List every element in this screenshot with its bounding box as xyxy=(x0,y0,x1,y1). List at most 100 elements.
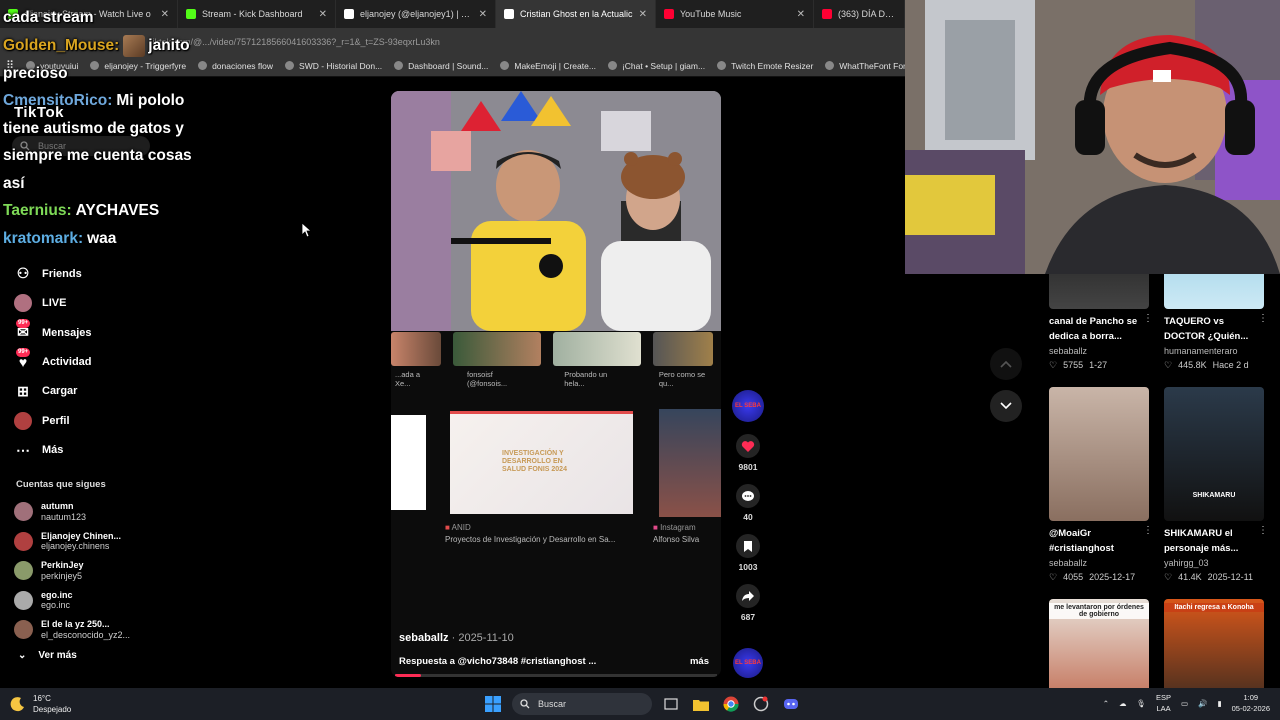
bookmark-item[interactable]: eljanojey - Triggerfyre xyxy=(90,61,186,71)
recommended-video-card[interactable]: @MoaiGr #cristianghost ⋮ sebaballz ♡ 4055 202… xyxy=(1049,387,1153,584)
chat-message: Taernius: AYCHAVES xyxy=(3,197,159,225)
sidebar-item-actividad[interactable]: ♥ 99+ Actividad xyxy=(14,347,194,376)
browser-tab[interactable]: Cristian Ghost en la Actualic ✕ xyxy=(496,0,656,28)
close-tab-icon[interactable]: ✕ xyxy=(797,9,805,20)
volume-icon[interactable]: 🔊 xyxy=(1198,699,1207,708)
sidebar-item-mensajes[interactable]: ✉ 99+ Mensajes xyxy=(14,318,194,347)
next-video-button[interactable] xyxy=(990,390,1022,422)
close-tab-icon[interactable]: ✕ xyxy=(479,9,487,20)
tab-favicon-icon xyxy=(822,9,832,19)
video-thumbnail[interactable] xyxy=(1049,274,1149,309)
video-more-button[interactable]: más xyxy=(690,656,709,667)
video-author[interactable]: yahirgg_03 xyxy=(1164,556,1264,570)
bookmark-item[interactable]: Dashboard | Sound... xyxy=(394,61,488,71)
sidebar-item-friends[interactable]: ⚇ Friends xyxy=(14,259,194,288)
author-avatar[interactable]: EL SEBA xyxy=(732,390,764,422)
browser-tab[interactable]: Stream - Kick Dashboard ✕ xyxy=(178,0,336,28)
following-account[interactable]: Eljanojey Chinen... eljanojey.chinens xyxy=(14,527,174,557)
battery-icon[interactable]: ▮ xyxy=(1217,699,1221,708)
thumbnail-overlay-text: SHIKAMARU xyxy=(1192,492,1236,499)
chat-message: CmensitoRico: Mi pololo xyxy=(3,87,184,115)
recommended-video-card[interactable]: TAQUERO vs DOCTOR ¿Quién... ⋮ humanamenter… xyxy=(1164,274,1268,372)
save-button[interactable]: 1003 xyxy=(730,534,766,572)
video-thumbnail[interactable] xyxy=(1049,387,1149,521)
notification-badge: 99+ xyxy=(16,348,31,358)
browser-tab[interactable]: eljanojey (@eljanojey1) | TikTok ✕ xyxy=(336,0,496,28)
previous-video-button[interactable] xyxy=(990,348,1022,380)
overlay-thumb xyxy=(453,332,541,366)
see-more-button[interactable]: ⌄ Ver más xyxy=(18,650,77,661)
browser-tab[interactable]: YouTube Music ✕ xyxy=(656,0,814,28)
overlay-doc-card: INVESTIGACIÓN Y DESARROLLO EN SALUD FONI… xyxy=(450,411,633,514)
following-account[interactable]: PerkinJey perkinjey5 xyxy=(14,556,174,586)
video-progress-bar[interactable] xyxy=(395,674,717,677)
task-view-icon[interactable] xyxy=(660,693,682,715)
bookmark-item[interactable]: donaciones flow xyxy=(198,61,273,71)
close-tab-icon[interactable]: ✕ xyxy=(319,9,327,20)
sidebar-item-m-s[interactable]: ⋯ Más xyxy=(14,436,194,465)
like-button[interactable]: 9801 xyxy=(730,434,766,472)
save-count: 1003 xyxy=(738,562,758,572)
bookmark-favicon-icon xyxy=(717,61,727,70)
sound-avatar[interactable]: EL SEBA xyxy=(733,648,763,678)
video-thumbnail[interactable]: me levantaron por órdenes de gobierno xyxy=(1049,599,1149,688)
video-thumbnail[interactable] xyxy=(1164,274,1264,309)
address-url[interactable]: tiktok.com/@.../video/757121856604160333… xyxy=(150,37,440,47)
microphone-icon[interactable]: 🎙 xyxy=(1137,699,1147,708)
sidebar-item-perfil[interactable]: Perfil xyxy=(14,406,194,435)
chrome-icon[interactable] xyxy=(720,693,742,715)
bookmark-item[interactable]: Twitch Emote Resizer xyxy=(717,61,813,71)
more-options-icon[interactable]: ⋮ xyxy=(1143,313,1153,324)
recommended-video-card[interactable]: canal de Pancho se dedica a borra... ⋮ seb… xyxy=(1049,274,1153,372)
file-explorer-icon[interactable] xyxy=(690,693,712,715)
recommended-grid: canal de Pancho se dedica a borra... ⋮ seb… xyxy=(1049,274,1280,688)
share-button[interactable]: 687 xyxy=(730,584,766,622)
windows-start-button[interactable] xyxy=(482,693,504,715)
browser-tab[interactable]: (363) DÍA DE PLAY xyxy=(814,0,905,28)
video-date: 2025-12-11 xyxy=(1207,572,1253,582)
more-options-icon[interactable]: ⋮ xyxy=(1258,313,1268,324)
close-tab-icon[interactable]: ✕ xyxy=(639,9,647,20)
video-stats: ♡ 445.8K Hace 2 d xyxy=(1164,358,1264,372)
recommended-video-card[interactable]: me levantaron por órdenes de gobierno xyxy=(1049,599,1149,688)
recommended-video-card[interactable]: Itachi regresa a Konoha xyxy=(1164,599,1264,688)
video-thumbnail[interactable]: Itachi regresa a Konoha xyxy=(1164,599,1264,688)
bookmark-item[interactable]: MakeEmoji | Create... xyxy=(500,61,596,71)
more-options-icon[interactable]: ⋮ xyxy=(1143,525,1153,536)
weather-widget[interactable]: 16°C Despejado xyxy=(10,693,71,715)
network-icon[interactable]: ☁ xyxy=(1119,699,1127,708)
video-author[interactable]: sebaballz xyxy=(1049,556,1149,570)
chat-text: cada stream xyxy=(3,9,94,26)
video-player[interactable]: ...ada a Xe... fonsoisf (@fonsois... Proba… xyxy=(391,91,721,677)
chevron-up-icon[interactable]: ⌃ xyxy=(1103,699,1109,708)
tab-favicon-icon xyxy=(344,9,354,19)
taskbar-search[interactable]: Buscar xyxy=(512,693,652,715)
bookmark-label: Dashboard | Sound... xyxy=(408,60,489,71)
sidebar-item-live[interactable]: LIVE xyxy=(14,289,194,318)
chat-message: así xyxy=(3,170,25,198)
discord-icon[interactable] xyxy=(780,693,802,715)
bookmark-item[interactable]: ¡Chat • Setup | giam... xyxy=(607,61,705,71)
sidebar-item-cargar[interactable]: ⊞ Cargar xyxy=(14,377,194,406)
heart-icon: ♡ xyxy=(1049,572,1058,582)
bookmark-item[interactable]: SWD - Historial Don... xyxy=(285,61,382,71)
following-account[interactable]: autumn nautum123 xyxy=(14,497,174,527)
following-account[interactable]: El de la yz 250... el_desconocido_yz2... xyxy=(14,615,174,645)
browser-tab-strip: eljanojey Stream - Watch Live o ✕ Stream -… xyxy=(0,0,905,28)
video-author[interactable]: sebaballz · 2025-11-10 xyxy=(399,632,514,644)
sidebar-item-label: Perfil xyxy=(42,414,70,427)
comment-button[interactable]: 40 xyxy=(730,484,766,522)
video-author[interactable]: humanamenteraro xyxy=(1164,344,1264,358)
video-date: Hace 2 d xyxy=(1212,360,1249,370)
thumbnail-overlay-text: me levantaron por órdenes de gobierno xyxy=(1049,603,1149,619)
video-author[interactable]: sebaballz xyxy=(1049,344,1149,358)
following-account[interactable]: ego.inc ego.inc xyxy=(14,586,174,616)
video-thumbnail[interactable]: SHIKAMARU xyxy=(1164,387,1264,521)
language-indicator[interactable]: ESP LAA xyxy=(1156,692,1171,714)
clock[interactable]: 1:09 05-02-2026 xyxy=(1232,692,1270,714)
monitor-icon[interactable]: ▭ xyxy=(1181,699,1188,708)
recommended-video-card[interactable]: SHIKAMARU SHIKAMARU el personaje más... ⋮ y… xyxy=(1164,387,1268,584)
close-tab-icon[interactable]: ✕ xyxy=(161,9,169,20)
app-icon[interactable] xyxy=(750,693,772,715)
more-options-icon[interactable]: ⋮ xyxy=(1258,525,1268,536)
